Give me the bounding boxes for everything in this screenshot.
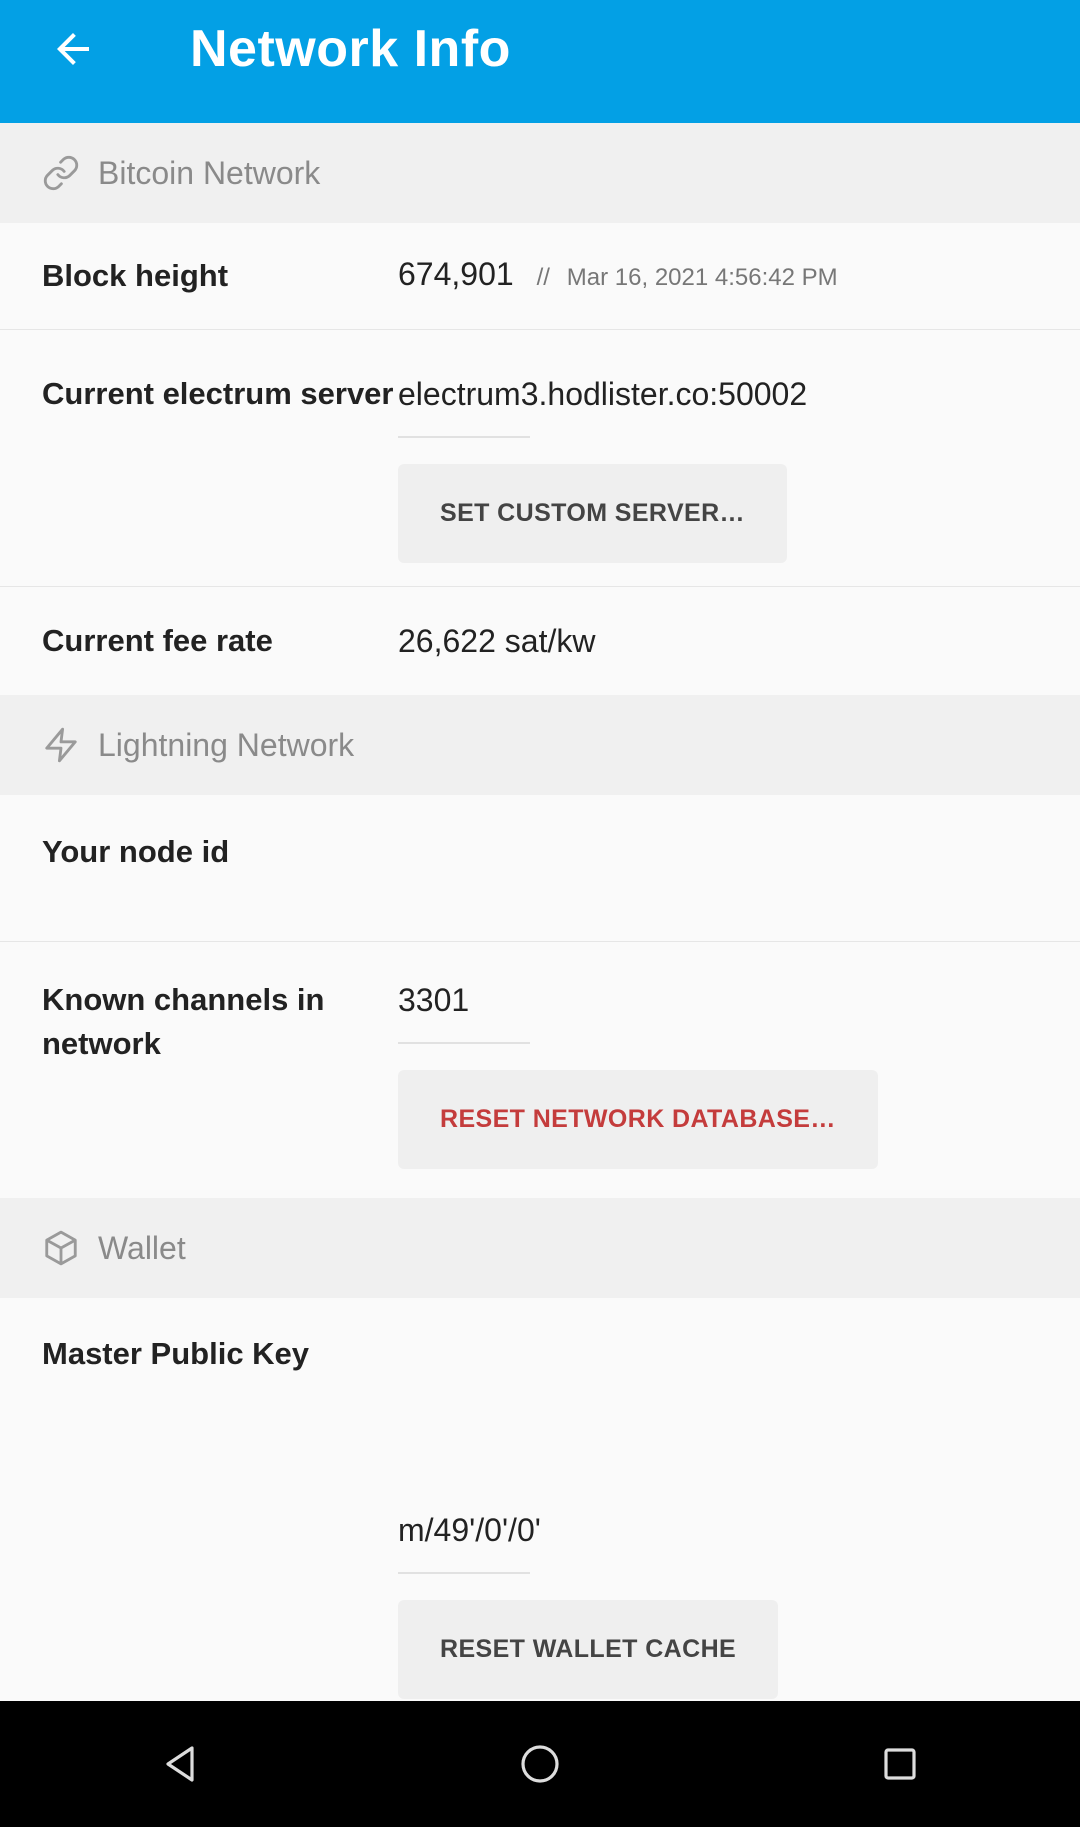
known-channels-value-group: 3301 RESET NETWORK DATABASE…	[398, 978, 1080, 1198]
nav-home-icon	[521, 1745, 559, 1783]
row-master-public-key: Master Public Key m/49'/0'/0' RESET WALL…	[0, 1298, 1080, 1701]
section-title: Bitcoin Network	[98, 154, 321, 191]
derivation-path: m/49'/0'/0'	[398, 1512, 541, 1548]
fee-rate-value: 26,622 sat/kw	[398, 623, 596, 659]
server-label: Current electrum server	[42, 376, 394, 411]
row-known-channels: Known channels in network 3301 RESET NET…	[0, 942, 1080, 1198]
row-block-height: Block height 674,901 // Mar 16, 2021 4:5…	[0, 223, 1080, 330]
known-channels-value: 3301	[398, 982, 470, 1018]
nav-recents-button[interactable]	[860, 1724, 940, 1804]
section-title: Wallet	[98, 1229, 186, 1266]
section-title: Lightning Network	[98, 726, 355, 763]
back-button[interactable]	[40, 16, 106, 82]
system-navigation-bar	[0, 1701, 1080, 1827]
link-icon	[43, 155, 79, 191]
row-fee-rate: Current fee rate 26,622 sat/kw	[0, 587, 1080, 695]
settings-list[interactable]: Bitcoin Network Block height 674,901 // …	[0, 123, 1080, 1701]
known-channels-underline	[398, 1042, 530, 1044]
known-channels-label: Known channels in network	[42, 982, 325, 1061]
server-value-group: electrum3.hodlister.co:50002 SET CUSTOM …	[398, 372, 1080, 586]
cube-icon	[45, 1230, 77, 1266]
node-id-label: Your node id	[42, 834, 230, 869]
server-underline	[398, 436, 530, 438]
nav-recents-icon	[884, 1748, 916, 1780]
nav-back-icon	[166, 1746, 194, 1782]
block-height-separator: //	[536, 264, 550, 291]
block-height-label: Block height	[42, 258, 229, 293]
node-id-value-redacted	[398, 830, 1080, 941]
block-height-value: 674,901	[398, 256, 514, 292]
reset-network-database-button[interactable]: RESET NETWORK DATABASE…	[398, 1070, 878, 1169]
row-electrum-server: Current electrum server electrum3.hodlis…	[0, 330, 1080, 587]
master-public-key-value-group: m/49'/0'/0' RESET WALLET CACHE	[398, 1332, 1080, 1701]
block-height-timestamp: Mar 16, 2021 4:56:42 PM	[566, 264, 838, 291]
back-arrow-icon	[57, 33, 89, 65]
derivation-path-underline	[398, 1572, 530, 1574]
nav-back-button[interactable]	[140, 1724, 220, 1804]
app-bar: Network Info	[0, 0, 1080, 123]
nav-home-button[interactable]	[500, 1724, 580, 1804]
section-header-bitcoin: Bitcoin Network	[0, 123, 1080, 223]
page-title: Network Info	[190, 20, 511, 78]
fee-rate-label: Current fee rate	[42, 623, 273, 658]
master-public-key-label: Master Public Key	[42, 1336, 310, 1371]
block-height-value-group: 674,901 // Mar 16, 2021 4:56:42 PM	[398, 252, 1080, 300]
set-custom-server-button[interactable]: SET CUSTOM SERVER…	[398, 464, 787, 563]
reset-wallet-cache-button[interactable]: RESET WALLET CACHE	[398, 1600, 779, 1699]
lightning-icon	[45, 727, 77, 763]
server-value[interactable]: electrum3.hodlister.co:50002	[398, 372, 1080, 416]
section-header-wallet: Wallet	[0, 1198, 1080, 1298]
section-header-lightning: Lightning Network	[0, 695, 1080, 795]
master-public-key-redacted	[398, 1332, 1080, 1508]
row-node-id: Your node id	[0, 795, 1080, 942]
